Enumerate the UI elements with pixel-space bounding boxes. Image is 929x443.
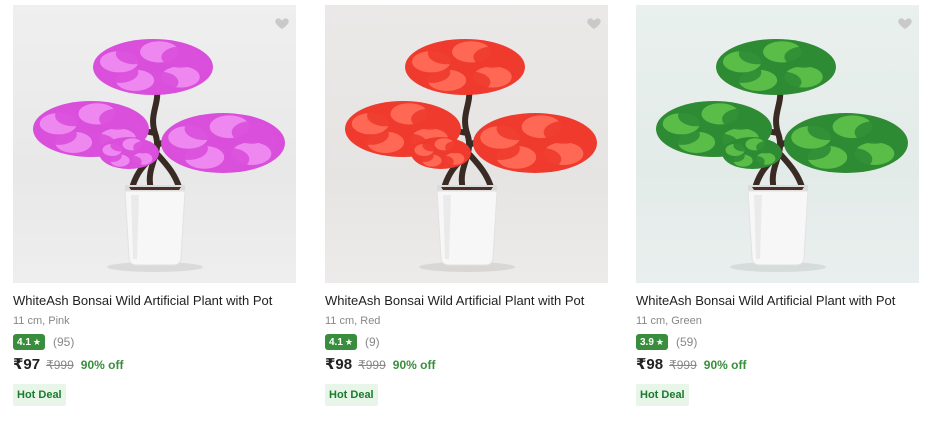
bonsai-plant-image (656, 39, 908, 272)
selling-price: ₹98 (636, 356, 664, 373)
discount-label: 90% off (80, 358, 124, 372)
star-icon: ★ (344, 336, 353, 347)
rating-row: 4.1 ★ (9) (325, 334, 380, 350)
product-image[interactable] (13, 5, 296, 283)
discount-label: 90% off (392, 358, 436, 372)
product-image[interactable] (325, 5, 608, 283)
rating-value: 3.9 (640, 336, 654, 348)
product-variant: 11 cm, Green (636, 315, 702, 327)
bonsai-plant-image (33, 39, 285, 272)
price-row: ₹98 ₹999 90% off (636, 355, 746, 373)
star-icon: ★ (655, 336, 664, 347)
rating-count: (9) (364, 335, 380, 349)
hot-deal-badge: Hot Deal (636, 384, 689, 406)
rating-count: (59) (675, 335, 698, 349)
product-card[interactable]: WhiteAsh Bonsai Wild Artificial Plant wi… (325, 5, 608, 406)
hot-deal-badge: Hot Deal (13, 384, 66, 406)
product-title[interactable]: WhiteAsh Bonsai Wild Artificial Plant wi… (13, 293, 272, 308)
rating-value: 4.1 (329, 336, 343, 348)
selling-price: ₹97 (13, 356, 41, 373)
rating-value: 4.1 (17, 336, 31, 348)
original-price: ₹999 (46, 358, 74, 372)
star-icon: ★ (32, 336, 41, 347)
product-image[interactable] (636, 5, 919, 283)
price-row: ₹97 ₹999 90% off (13, 355, 123, 373)
selling-price: ₹98 (325, 356, 353, 373)
heart-icon[interactable] (586, 15, 602, 31)
heart-icon[interactable] (897, 15, 913, 31)
price-row: ₹98 ₹999 90% off (325, 355, 435, 373)
hot-deal-badge: Hot Deal (325, 384, 378, 406)
product-title[interactable]: WhiteAsh Bonsai Wild Artificial Plant wi… (636, 293, 895, 308)
rating-badge: 4.1 ★ (325, 334, 357, 350)
rating-row: 3.9 ★ (59) (636, 334, 697, 350)
discount-label: 90% off (703, 358, 747, 372)
product-variant: 11 cm, Pink (13, 315, 70, 327)
bonsai-plant-image (345, 39, 597, 272)
rating-row: 4.1 ★ (95) (13, 334, 74, 350)
original-price: ₹999 (669, 358, 697, 372)
heart-icon[interactable] (274, 15, 290, 31)
rating-count: (95) (52, 335, 75, 349)
original-price: ₹999 (358, 358, 386, 372)
product-card[interactable]: WhiteAsh Bonsai Wild Artificial Plant wi… (636, 5, 919, 406)
rating-badge: 3.9 ★ (636, 334, 668, 350)
rating-badge: 4.1 ★ (13, 334, 45, 350)
product-variant: 11 cm, Red (325, 315, 381, 327)
product-title[interactable]: WhiteAsh Bonsai Wild Artificial Plant wi… (325, 293, 584, 308)
product-card[interactable]: WhiteAsh Bonsai Wild Artificial Plant wi… (13, 5, 296, 406)
